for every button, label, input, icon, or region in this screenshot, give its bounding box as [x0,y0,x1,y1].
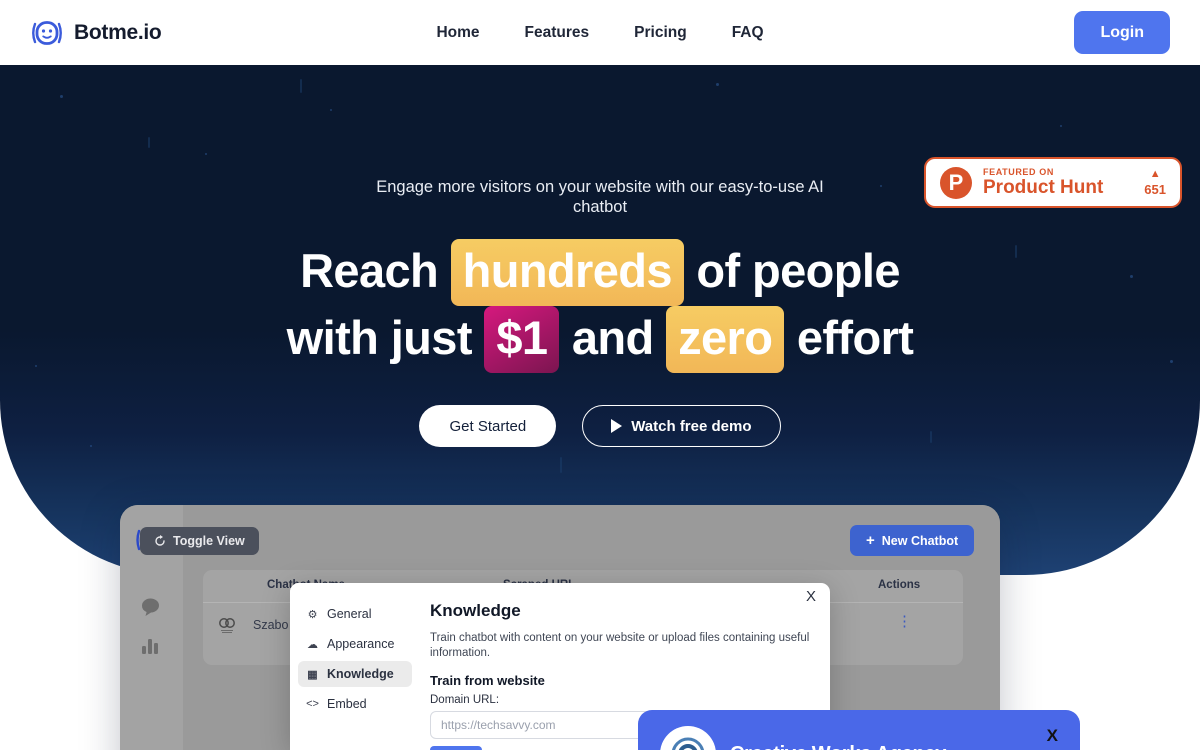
toggle-view-button[interactable]: Toggle View [140,527,259,555]
document-icon: ▦ [307,668,318,681]
watch-demo-button[interactable]: Watch free demo [582,405,781,448]
train-submit-button[interactable] [430,746,482,750]
modal-nav-label-knowledge: Knowledge [327,667,394,681]
upvote-count: 651 [1144,181,1166,197]
modal-nav-item-embed[interactable]: <> Embed [298,691,412,717]
target-ring-icon [671,737,705,750]
hero-headline: Reach hundreds of people with just $1 an… [286,239,914,374]
product-hunt-badge[interactable]: P FEATURED ON Product Hunt ▲ 651 [924,157,1182,208]
chat-widget: Creative Works Agency X [638,710,1080,750]
palette-icon: ☁ [307,638,318,651]
sidebar-item-analytics[interactable] [140,635,162,660]
headline-text-a: Reach [300,244,451,298]
login-button[interactable]: Login [1074,11,1170,54]
headline-highlight-price: $1 [484,306,560,374]
product-hunt-text: FEATURED ON Product Hunt [983,167,1144,198]
hero-section: Engage more visitors on your website wit… [0,65,1200,575]
code-icon: <> [306,698,319,710]
refresh-icon [155,535,165,546]
get-started-button[interactable]: Get Started [419,405,557,448]
modal-nav-item-general[interactable]: ⚙ General [298,601,412,627]
product-hunt-icon: P [940,166,972,199]
close-icon[interactable]: X [806,589,816,604]
avatar [660,726,716,750]
chat-widget-title: Creative Works Agency [730,743,946,750]
sidebar-item-chat[interactable] [140,597,162,622]
column-header-actions: Actions [878,579,921,591]
hero-kicker: Engage more visitors on your website wit… [376,178,824,217]
modal-description: Train chatbot with content on your websi… [430,632,810,660]
play-icon [611,419,623,434]
nav-links: Home Features Pricing FAQ [0,24,1200,42]
watch-demo-label: Watch free demo [631,417,752,435]
upvote-arrow-icon: ▲ [1149,167,1161,180]
product-hunt-featured-label: FEATURED ON [983,167,1054,178]
toggle-view-label: Toggle View [173,534,245,548]
page-root: Engage more visitors on your website wit… [0,0,1200,750]
gear-icon: ⚙ [307,608,318,621]
chat-widget-close-icon[interactable]: X [1047,726,1058,746]
rings-avatar-icon [217,616,237,636]
headline-line-2: with just $1 and zero effort [286,306,914,374]
modal-title: Knowledge [430,601,521,620]
headline-text-d: and [559,311,667,365]
headline-highlight-hundreds: hundreds [450,239,684,307]
modal-nav-item-appearance[interactable]: ☁ Appearance [298,631,412,657]
modal-nav-label-general: General [327,607,372,621]
modal-nav-item-knowledge[interactable]: ▦ Knowledge [298,661,412,687]
product-hunt-upvote[interactable]: ▲ 651 [1144,167,1166,197]
new-chatbot-label: New Chatbot [881,533,959,548]
headline-text-c: with just [286,311,485,365]
rings-icon [219,618,235,633]
new-chatbot-button[interactable]: + New Chatbot [850,525,975,556]
plus-icon: + [866,532,875,549]
headline-highlight-zero: zero [666,306,785,374]
headline-text-b: of people [683,244,900,298]
bar-chart-icon [142,639,158,654]
kebab-menu-icon[interactable]: ⋮ [897,614,912,629]
modal-nav: ⚙ General ☁ Appearance ▦ Knowledge <> Em… [290,583,420,750]
domain-url-label: Domain URL: [430,694,500,707]
headline-text-e: effort [784,311,914,365]
nav-link-features[interactable]: Features [525,24,590,42]
nav-link-faq[interactable]: FAQ [732,24,764,42]
table-cell-chatbot-name: Szabo [253,618,289,632]
headline-line-1: Reach hundreds of people [287,239,914,307]
nav-link-pricing[interactable]: Pricing [634,24,687,42]
product-hunt-title: Product Hunt [983,177,1104,199]
navbar: Botme.io Home Features Pricing FAQ Login [0,0,1200,65]
modal-section-title: Train from website [430,673,545,689]
chat-bubble-icon [141,598,159,616]
modal-nav-label-appearance: Appearance [327,637,395,651]
nav-link-home[interactable]: Home [436,24,479,42]
modal-nav-label-embed: Embed [327,697,367,711]
hero-cta-row: Get Started Watch free demo [419,405,781,448]
